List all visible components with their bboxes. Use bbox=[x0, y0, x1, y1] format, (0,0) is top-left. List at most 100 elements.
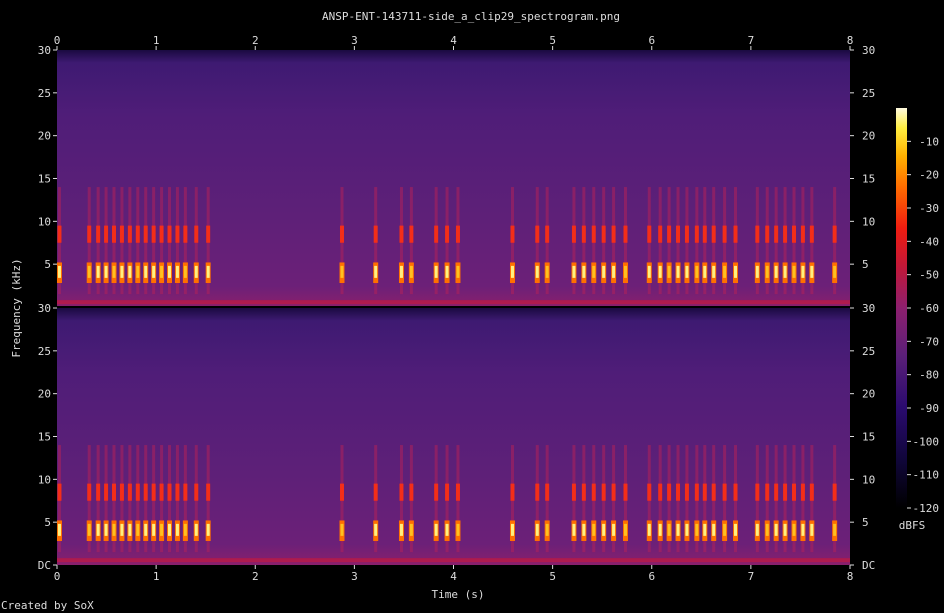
colorbar-tick-label: -100 bbox=[913, 435, 940, 448]
event-upper-band bbox=[755, 225, 760, 243]
event-main-band-core bbox=[434, 265, 438, 278]
event-main-band-core bbox=[545, 265, 549, 278]
event-upper-band bbox=[733, 483, 738, 501]
event-upper-band bbox=[175, 483, 180, 501]
colorbar-tick-label: -50 bbox=[919, 269, 939, 282]
y-tick-label: 20 bbox=[862, 130, 875, 143]
colorbar-tick-label: -80 bbox=[919, 369, 939, 382]
event-upper-band bbox=[611, 225, 616, 243]
event-upper-band bbox=[591, 483, 596, 501]
y-tick-label: 15 bbox=[862, 173, 875, 186]
event-upper-band bbox=[373, 483, 378, 501]
event-upper-band bbox=[194, 225, 199, 243]
event-upper-band bbox=[143, 483, 148, 501]
event-upper-band bbox=[694, 225, 699, 243]
x-tick-label: 4 bbox=[450, 570, 457, 583]
event-main-band-core bbox=[136, 265, 140, 278]
event-main-band-core bbox=[136, 523, 140, 536]
colorbar-tick-label: -90 bbox=[919, 402, 939, 415]
colorbar-tick-label: -20 bbox=[919, 169, 939, 182]
event-upper-band bbox=[57, 225, 62, 243]
event-upper-band bbox=[96, 483, 101, 501]
event-upper-band bbox=[151, 483, 156, 501]
event-upper-band bbox=[545, 483, 550, 501]
x-axis-top: 0 1 2 3 4 5 6 7 8 bbox=[54, 34, 853, 50]
event-main-band-core bbox=[582, 265, 586, 278]
event-upper-band bbox=[832, 483, 837, 501]
event-main-band-core bbox=[783, 265, 787, 278]
event-upper-band bbox=[711, 225, 716, 243]
event-upper-band bbox=[694, 483, 699, 501]
event-upper-band bbox=[722, 483, 727, 501]
event-main-band-core bbox=[445, 265, 449, 278]
event-main-band-core bbox=[801, 265, 805, 278]
event-main-band-core bbox=[510, 523, 514, 536]
event-upper-band bbox=[722, 225, 727, 243]
y-tick-label: 15 bbox=[862, 431, 875, 444]
event-upper-band bbox=[373, 225, 378, 243]
x-tick-label: 7 bbox=[748, 570, 755, 583]
event-upper-band bbox=[623, 483, 628, 501]
event-upper-band bbox=[809, 483, 814, 501]
event-main-band-core bbox=[723, 265, 727, 278]
y-tick-label: 20 bbox=[38, 388, 51, 401]
event-upper-band bbox=[658, 483, 663, 501]
event-main-band-core bbox=[96, 265, 100, 278]
x-axis-bottom: 0 1 2 3 4 5 6 7 8 bbox=[54, 565, 853, 583]
event-upper-band bbox=[676, 225, 681, 243]
event-upper-band bbox=[774, 483, 779, 501]
event-upper-band bbox=[119, 483, 124, 501]
event-upper-band bbox=[409, 483, 414, 501]
event-main-band-core bbox=[774, 265, 778, 278]
event-main-band-core bbox=[194, 265, 198, 278]
event-main-band-core bbox=[374, 523, 378, 536]
event-upper-band bbox=[647, 225, 652, 243]
low-frequency-band bbox=[57, 300, 850, 305]
event-upper-band bbox=[127, 225, 132, 243]
colorbar: -10-20-30-40-50-60-70-80-90-100-110-120 … bbox=[896, 108, 939, 532]
event-main-band-core bbox=[409, 265, 413, 278]
event-main-band-core bbox=[685, 265, 689, 278]
event-main-band-core bbox=[87, 265, 91, 278]
event-upper-band bbox=[87, 225, 92, 243]
event-main-band-core bbox=[144, 265, 148, 278]
event-main-band-core bbox=[57, 523, 61, 536]
y-tick-label: 10 bbox=[862, 215, 875, 228]
event-upper-band bbox=[791, 483, 796, 501]
low-frequency-band bbox=[57, 558, 850, 563]
event-main-band-core bbox=[658, 523, 662, 536]
event-main-band-core bbox=[792, 265, 796, 278]
event-upper-band bbox=[571, 483, 576, 501]
event-upper-band bbox=[167, 483, 172, 501]
event-main-band-core bbox=[572, 265, 576, 278]
event-main-band-core bbox=[144, 523, 148, 536]
event-upper-band bbox=[647, 483, 652, 501]
event-main-band-core bbox=[535, 265, 539, 278]
event-main-band-core bbox=[723, 523, 727, 536]
event-main-band-core bbox=[104, 265, 108, 278]
event-upper-band bbox=[535, 225, 540, 243]
event-upper-band bbox=[112, 225, 117, 243]
event-main-band-core bbox=[399, 523, 403, 536]
y-tick-label: 25 bbox=[38, 87, 51, 100]
event-upper-band bbox=[791, 225, 796, 243]
event-upper-band bbox=[434, 483, 439, 501]
spectrogram-channel-1 bbox=[56, 50, 850, 307]
event-upper-band bbox=[167, 225, 172, 243]
event-main-band-core bbox=[685, 523, 689, 536]
event-main-band-core bbox=[128, 265, 132, 278]
event-upper-band bbox=[623, 225, 628, 243]
event-upper-band bbox=[601, 225, 606, 243]
event-upper-band bbox=[832, 225, 837, 243]
event-main-band-core bbox=[535, 523, 539, 536]
event-main-band-core bbox=[104, 523, 108, 536]
y-tick-label: 5 bbox=[44, 258, 51, 271]
event-main-band-core bbox=[647, 523, 651, 536]
event-upper-band bbox=[183, 225, 188, 243]
event-upper-band bbox=[399, 225, 404, 243]
event-main-band-core bbox=[833, 265, 837, 278]
event-main-band-core bbox=[592, 265, 596, 278]
event-upper-band bbox=[455, 483, 460, 501]
event-main-band-core bbox=[434, 523, 438, 536]
event-main-band-core bbox=[456, 265, 460, 278]
